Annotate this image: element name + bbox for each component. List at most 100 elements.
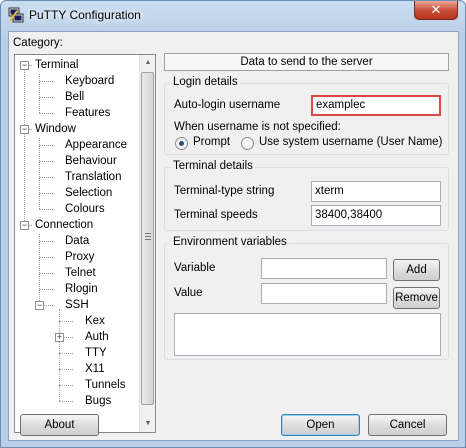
tree-item-terminal[interactable]: Terminal (33, 57, 81, 73)
tree-item-ssh[interactable]: SSH (63, 297, 91, 313)
expand-icon[interactable]: + (55, 333, 64, 342)
terminal-details-title: Terminal details (171, 160, 255, 172)
tree-item-selection[interactable]: Selection (63, 185, 115, 201)
tree-item-translation[interactable]: Translation (63, 169, 124, 185)
tree-item-label: Features (65, 107, 111, 119)
scrollbar-thumb[interactable] (141, 72, 154, 405)
variable-input[interactable] (261, 258, 387, 279)
collapse-icon[interactable]: − (20, 125, 29, 134)
tree-connector-line (39, 273, 53, 274)
tree-item-label: Translation (65, 171, 122, 183)
tree-item-x11[interactable]: X11 (83, 361, 107, 377)
tree-item-label: Appearance (65, 139, 128, 151)
tree-item-label: Connection (35, 219, 94, 231)
open-button[interactable]: Open (281, 414, 360, 436)
tree-connector-line (59, 309, 60, 401)
tree-connector-line (39, 289, 53, 290)
add-button[interactable]: Add (393, 259, 440, 281)
tree-connector-line (39, 193, 53, 194)
environment-variables-list[interactable] (174, 313, 441, 356)
environment-variables-title: Environment variables (171, 236, 289, 248)
putty-app-icon (8, 7, 24, 23)
tree-scrollbar[interactable]: ▲ ▼ (139, 55, 155, 432)
tree-item-label: Terminal (35, 59, 79, 71)
tree-connector-line (59, 385, 73, 386)
tree-item-connection[interactable]: Connection (33, 217, 96, 233)
collapse-icon[interactable]: − (20, 61, 29, 70)
autologin-username-input[interactable]: examplec (311, 95, 441, 116)
prompt-radio-label[interactable]: Prompt (193, 136, 230, 148)
tree-item-bell[interactable]: Bell (63, 89, 87, 105)
system-username-radio-label[interactable]: Use system username (User Name) (259, 136, 442, 148)
putty-window: PuTTY Configuration ✕ Category: ▲ ▼ Term… (0, 0, 466, 448)
tree-connector-line (39, 97, 53, 98)
tree-item-label: Rlogin (65, 283, 98, 295)
tree-item-label: Tunnels (85, 379, 126, 391)
terminal-details-group: Terminal details Terminal-type string xt… (164, 160, 449, 231)
tree-connector-line (39, 257, 53, 258)
tree-connector-line (39, 81, 53, 82)
tree-connector-line (39, 177, 53, 178)
about-button[interactable]: About (20, 414, 99, 436)
tree-connector-line (39, 241, 53, 242)
tree-item-telnet[interactable]: Telnet (63, 265, 98, 281)
tree-item-colours[interactable]: Colours (63, 201, 107, 217)
collapse-icon[interactable]: − (35, 301, 44, 310)
login-details-title: Login details (171, 76, 240, 88)
unspecified-label: When username is not specified: (174, 121, 341, 133)
cancel-button[interactable]: Cancel (368, 414, 447, 436)
tree-item-proxy[interactable]: Proxy (63, 249, 97, 265)
title-bar[interactable]: PuTTY Configuration ✕ (1, 1, 465, 31)
close-button[interactable]: ✕ (414, 1, 458, 20)
tree-item-label: TTY (85, 347, 107, 359)
terminal-type-input[interactable]: xterm (311, 181, 441, 202)
window-title: PuTTY Configuration (29, 8, 141, 22)
system-username-radio[interactable] (241, 137, 254, 150)
dialog-client-area: Category: ▲ ▼ Terminal − Keyboard Bell Featu… (8, 31, 459, 441)
tree-connector-line (59, 369, 73, 370)
tree-item-kex[interactable]: Kex (83, 313, 107, 329)
tree-item-features[interactable]: Features (63, 105, 113, 121)
value-input[interactable] (261, 283, 387, 304)
tree-connector-line (24, 65, 25, 225)
variable-label: Variable (174, 262, 216, 274)
collapse-icon[interactable]: − (20, 221, 29, 230)
tree-item-label: Kex (85, 315, 105, 327)
tree-item-label: Behaviour (65, 155, 117, 167)
remove-button[interactable]: Remove (393, 287, 440, 309)
environment-variables-group: Environment variables Variable Add Value… (164, 236, 449, 360)
scroll-down-arrow-icon[interactable]: ▼ (140, 416, 155, 432)
panel-header: Data to send to the server (164, 53, 449, 71)
tree-item-data[interactable]: Data (63, 233, 92, 249)
tree-item-label: X11 (85, 363, 105, 375)
tree-item-label: Window (35, 123, 76, 135)
scroll-up-arrow-icon[interactable]: ▲ (140, 55, 155, 71)
tree-item-auth[interactable]: Auth (83, 329, 111, 345)
tree-item-behaviour[interactable]: Behaviour (63, 153, 119, 169)
login-details-group: Login details Auto-login username exampl… (164, 76, 449, 155)
tree-connector-line (39, 161, 53, 162)
tree-connector-line (39, 145, 53, 146)
tree-item-tty[interactable]: TTY (83, 345, 109, 361)
tree-item-label: SSH (65, 299, 89, 311)
autologin-label: Auto-login username (174, 99, 281, 111)
terminal-speeds-input[interactable]: 38400,38400 (311, 205, 441, 226)
terminal-type-label: Terminal-type string (174, 185, 275, 197)
tree-connector-line (39, 209, 53, 210)
tree-item-label: Telnet (65, 267, 96, 279)
tree-item-label: Keyboard (65, 75, 115, 87)
tree-item-tunnels[interactable]: Tunnels (83, 377, 128, 393)
tree-item-keyboard[interactable]: Keyboard (63, 73, 117, 89)
tree-item-bugs[interactable]: Bugs (83, 393, 114, 409)
tree-connector-line (59, 401, 73, 402)
tree-connector-line (59, 321, 73, 322)
category-tree[interactable]: ▲ ▼ Terminal − Keyboard Bell Features Window −… (14, 54, 156, 433)
tree-item-window[interactable]: Window (33, 121, 78, 137)
tree-item-label: Selection (65, 187, 113, 199)
category-label: Category: (13, 37, 63, 49)
tree-item-rlogin[interactable]: Rlogin (63, 281, 100, 297)
tree-connector-line (39, 113, 53, 114)
tree-item-label: Colours (65, 203, 105, 215)
prompt-radio[interactable] (175, 137, 188, 150)
tree-item-appearance[interactable]: Appearance (63, 137, 130, 153)
